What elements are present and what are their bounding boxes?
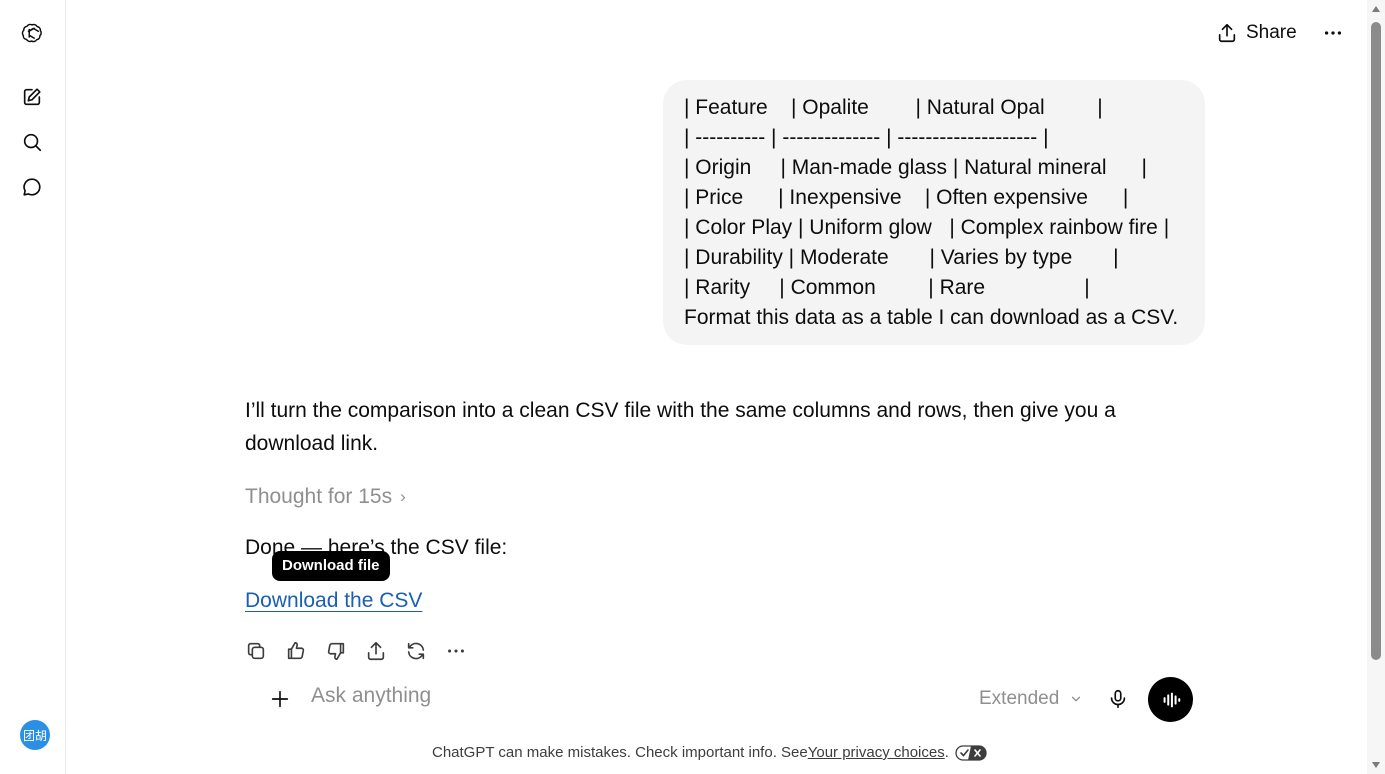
share-response-button[interactable]	[365, 638, 387, 664]
openai-logo-icon[interactable]	[14, 15, 50, 51]
user-message-line: | Color Play | Uniform glow | Complex ra…	[684, 216, 1170, 239]
share-label: Share	[1246, 22, 1297, 43]
scrollbar[interactable]	[1367, 0, 1385, 774]
user-message-line: | Rarity | Common | Rare |	[684, 276, 1090, 299]
chat-bubble-icon[interactable]	[14, 169, 50, 205]
disclaimer: ChatGPT can make mistakes. Check importa…	[432, 744, 987, 761]
user-message-line: | Feature | Opalite | Natural Opal |	[684, 96, 1103, 119]
thought-label: Thought for 15s	[245, 485, 393, 508]
chevron-right-icon: ›	[400, 487, 406, 506]
user-message-line: Format this data as a table I can downlo…	[684, 306, 1179, 329]
thumbs-up-button[interactable]	[285, 638, 307, 664]
sidebar-rail: 团胡	[0, 0, 66, 774]
user-message-bubble: | Feature | Opalite | Natural Opal | | -…	[663, 80, 1205, 345]
share-icon	[367, 641, 385, 661]
thumbs-down-icon	[327, 642, 345, 661]
privacy-choices-link[interactable]: Your privacy choices	[808, 744, 945, 761]
mode-selector[interactable]: Extended	[979, 688, 1083, 710]
search-icon[interactable]	[14, 124, 50, 160]
disclaimer-period: .	[944, 744, 949, 761]
prompt-input[interactable]	[311, 684, 951, 708]
user-message-line: | Price | Inexpensive | Often expensive …	[684, 186, 1129, 209]
download-tooltip: Download file	[272, 551, 390, 581]
thumbs-up-icon	[287, 641, 305, 660]
more-options-button[interactable]	[1318, 18, 1348, 48]
share-icon	[1218, 23, 1236, 43]
new-chat-icon[interactable]	[14, 79, 50, 115]
mode-label: Extended	[979, 688, 1060, 709]
privacy-options-icon[interactable]	[955, 744, 987, 761]
scrollbar-thumb[interactable]	[1371, 22, 1381, 660]
copy-button[interactable]	[245, 638, 267, 664]
scroll-up-arrow-icon[interactable]	[1372, 6, 1380, 12]
refresh-icon	[407, 642, 425, 660]
assistant-intro-text: I’ll turn the comparison into a clean CS…	[245, 399, 1116, 455]
share-button[interactable]: Share	[1210, 16, 1303, 50]
ellipsis-icon	[448, 649, 464, 653]
message-actions	[245, 638, 467, 664]
copy-icon	[247, 642, 265, 660]
thumbs-down-button[interactable]	[325, 638, 347, 664]
avatar[interactable]: 团胡	[20, 720, 50, 750]
download-csv-link[interactable]: Download the CSV	[245, 589, 422, 613]
attach-button[interactable]	[266, 685, 294, 713]
voice-waveform-icon	[1163, 692, 1180, 707]
more-actions-button[interactable]	[445, 638, 467, 664]
plus-icon	[271, 690, 289, 708]
microphone-icon	[1110, 689, 1126, 709]
voice-mode-button[interactable]	[1148, 677, 1193, 722]
user-message-line: | Origin | Man-made glass | Natural mine…	[684, 156, 1147, 179]
thought-toggle[interactable]: Thought for 15s ›	[245, 485, 406, 509]
regenerate-button[interactable]	[405, 638, 427, 664]
disclaimer-text: ChatGPT can make mistakes. Check importa…	[432, 744, 808, 761]
scroll-down-arrow-icon[interactable]	[1372, 762, 1380, 768]
ellipsis-icon	[1324, 31, 1342, 35]
microphone-button[interactable]	[1105, 686, 1131, 712]
chevron-down-icon	[1072, 696, 1081, 702]
user-message-line: | Durability | Moderate | Varies by type…	[684, 246, 1119, 269]
user-message-line: | ---------- | -------------- | --------…	[684, 126, 1049, 149]
